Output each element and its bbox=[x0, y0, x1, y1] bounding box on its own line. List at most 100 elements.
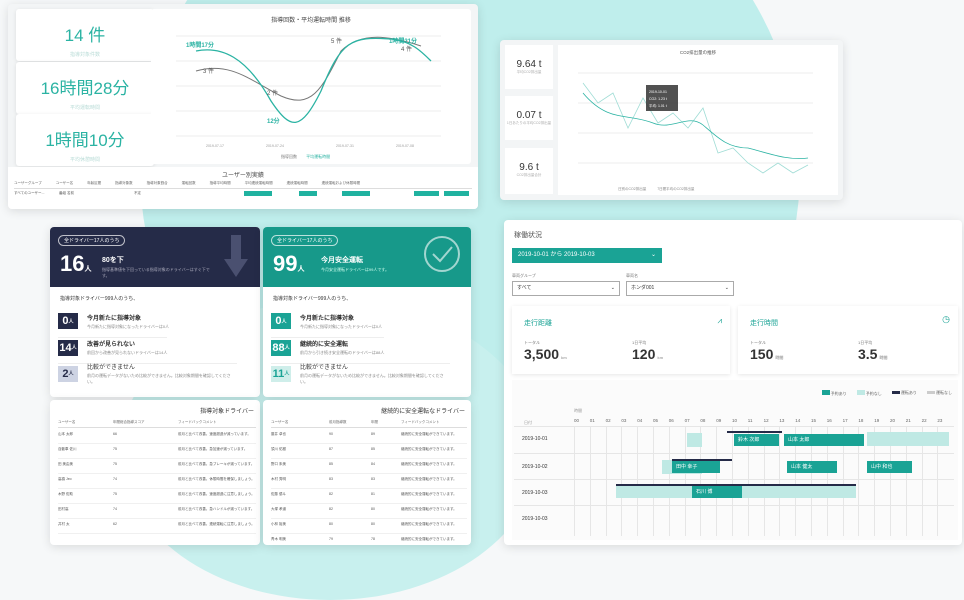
bar-label: 石川 博 bbox=[696, 489, 713, 495]
date-range-value: 2019-10-01 から 2019-10-03 bbox=[518, 252, 595, 258]
table-row[interactable]: 井村 太 62 前月と比べて改善。連続運転に注意しましょう。 bbox=[58, 520, 256, 534]
table-cell: 80 bbox=[371, 522, 375, 526]
data-bar bbox=[244, 191, 272, 196]
gantt-legend: 予約あり 予約なし 運転あり 運転なし bbox=[821, 390, 952, 397]
table-header: ユーザーグループ ユーザー名 年齢区間 指導対象数 指導対象割合 運転回数 指導… bbox=[14, 181, 472, 189]
distance-card: 走行距離 ⩘ トータル 3,500 km 1日平均 120 km bbox=[512, 306, 730, 374]
table-cell: 80 bbox=[329, 522, 333, 526]
table-cell: 前月と比べて改善。速度超過に注意しましょう。 bbox=[178, 492, 255, 496]
row-unit: 人 bbox=[68, 318, 74, 325]
kpi-value: 14 件 bbox=[64, 26, 106, 45]
bar-label: 山中 和也 bbox=[871, 464, 893, 470]
table-cell: 木野 佐助 bbox=[58, 492, 73, 496]
driving-stats-panel: 14 件 指導対象件数 16時間28分 平均運転時間 1時間10分 平均休憩時間… bbox=[8, 4, 478, 209]
header-title: 今月安全運転 bbox=[321, 257, 363, 264]
table-cell: 前月と比べて改善。速度超過が減っています。 bbox=[178, 432, 251, 436]
summary-row[interactable]: 14 人 改善が見られない 前回から改善が見られないドライバーは14人 bbox=[58, 337, 168, 357]
table-row[interactable]: 自動車 佐川 75 前月と比べて改善。急加速が減っています。 bbox=[58, 445, 256, 459]
table-row[interactable]: 木野 佐助 75 前月と比べて改善。速度超過に注意しましょう。 bbox=[58, 490, 256, 504]
card-title: 走行時間 bbox=[750, 320, 778, 327]
table-row[interactable]: すべてのユーザー... 番組 名前 不定 bbox=[14, 191, 472, 199]
summary-row[interactable]: 0人 今月新たに指導対象 今月新たに指導対象になったドライバーは0人 bbox=[271, 311, 382, 331]
table-row[interactable]: 野口 朱美 85 84 継続的に安全運転ができています。 bbox=[271, 460, 467, 474]
section-label: 指導対象ドライバー999人のうち、 bbox=[60, 296, 139, 302]
table-cell: 継続的に安全運転ができています。 bbox=[401, 522, 457, 526]
section-label: 指導対象ドライバー999人のうち、 bbox=[273, 296, 352, 302]
gantt-bar[interactable]: 山中 和也 bbox=[867, 461, 912, 473]
hour-tick: 18 bbox=[858, 418, 864, 423]
data-bar bbox=[414, 191, 439, 196]
row-count: 11 bbox=[272, 367, 285, 380]
table-cell: 87 bbox=[329, 447, 333, 451]
safe-driving-panel: 全ドライバー17人のうち 99人 今月安全運転 今月安全運転ドライバーは99人で… bbox=[263, 227, 471, 397]
table-row[interactable]: 青木 明美 79 78 継続的に安全運転ができています。 bbox=[271, 535, 467, 545]
big-count: 99人 bbox=[273, 251, 304, 277]
summary-row[interactable]: 88 人 継続的に安全運転 前月から引き続き安全運転のドライバーは88人 bbox=[271, 337, 385, 357]
gantt-bar[interactable]: 鈴木 次郎 bbox=[734, 434, 779, 446]
operation-status-panel: 稼働状況 2019-10-01 から 2019-10-03 ⌄ 車両グループ す… bbox=[504, 220, 962, 545]
table-title: 継続的に安全運転なドライバー bbox=[381, 409, 465, 415]
gantt-bar[interactable]: 山本 健太 bbox=[787, 461, 837, 473]
row-count: 14 bbox=[59, 341, 72, 354]
row-unit: 人 bbox=[281, 318, 287, 325]
legend-count: 指導回数 bbox=[281, 154, 297, 159]
table-row[interactable]: 藤井 卓也 90 89 継続的に安全運転ができています。 bbox=[271, 430, 467, 444]
th: ユーザーグループ bbox=[14, 181, 42, 185]
kpi-label: 指導対象件数 bbox=[69, 52, 100, 58]
th: 前月指導数 bbox=[329, 420, 347, 424]
gantt-row: 2019-10-03 bbox=[522, 516, 548, 522]
trend-chart: 指導回数・平均運転時間 推移 1時間17分 3 件 2 件 12分 5 件 1時… bbox=[151, 9, 471, 164]
summary-row[interactable]: 2人 比較ができません 前月の運転データがないため比較ができません。比較対象期間を… bbox=[58, 363, 237, 384]
summary-row[interactable]: 11 人 比較ができません 前月の運転データがないため比較ができません。比較対象期間… bbox=[271, 363, 450, 384]
table-row[interactable]: 田 美由美 75 前月と比べて改善。急ブレーキが減っています。 bbox=[58, 460, 256, 474]
grid-row-line bbox=[514, 426, 954, 427]
bar-label: 山本 健太 bbox=[791, 464, 813, 470]
gantt-bar[interactable]: 山本 太郎 bbox=[784, 434, 864, 446]
down-arrow-icon bbox=[224, 235, 248, 277]
date-range-select[interactable]: 2019-10-01 から 2019-10-03 ⌄ bbox=[512, 248, 662, 263]
gantt-bar[interactable]: 石川 博 bbox=[692, 486, 742, 498]
th: 指導対象数 bbox=[115, 181, 133, 185]
total-unit: 時間 bbox=[775, 355, 784, 360]
table-row[interactable]: 高橋 Jeo 74 前月と比べて改善。休憩時間を確保しましょう。 bbox=[58, 475, 256, 489]
vehicle-select[interactable]: ホンダ001 ⌄ bbox=[626, 281, 734, 296]
svg-text:4 件: 4 件 bbox=[401, 45, 412, 53]
co2-chart: CO2排出量の推移 2019-10-01 CO2: 1.23 t 平均: 1.0… bbox=[558, 45, 838, 195]
grid-line bbox=[605, 426, 607, 536]
table-row[interactable]: 田村高 74 前月と比べて改善。急ハンドルが減っています。 bbox=[58, 505, 256, 519]
data-bar bbox=[342, 191, 370, 196]
legend-daily: 日別のCO2排出量 bbox=[618, 187, 647, 191]
row-title: 比較ができません bbox=[300, 365, 348, 371]
gantt-row: 2019-10-03 bbox=[522, 490, 548, 496]
table-row[interactable]: 山本 太郎 66 前月と比べて改善。速度超過が減っています。 bbox=[58, 430, 256, 444]
table-row[interactable]: 須川 佑樹 87 85 継続的に安全運転ができています。 bbox=[271, 445, 467, 459]
panel-header: 全ドライバー17人のうち 99人 今月安全運転 今月安全運転ドライバーは99人で… bbox=[263, 227, 471, 287]
count-unit: 人 bbox=[84, 266, 92, 273]
daily-number: 120 bbox=[632, 346, 656, 362]
kpi-label: CO2排出量合計 bbox=[516, 173, 542, 177]
legend-not-driving: 運転なし bbox=[936, 390, 952, 395]
daily-unit: km bbox=[657, 355, 664, 360]
chart-legend: 指導回数 平均運転時間 bbox=[281, 154, 330, 160]
table-cell: 前月と比べて改善。急ハンドルが減っています。 bbox=[178, 507, 255, 511]
table-row[interactable]: 大塚 孝道 82 80 継続的に安全運転ができています。 bbox=[271, 505, 467, 519]
table-cell: 79 bbox=[329, 537, 333, 541]
table-row[interactable]: 佐藤 優斗 82 81 継続的に安全運転ができています。 bbox=[271, 490, 467, 504]
hour-tick: 05 bbox=[653, 418, 659, 423]
guidance-table-panel: 指導対象ドライバー ユーザー名 年間総合指導スコア フィードバックコメント 山本… bbox=[50, 400, 260, 545]
table-row[interactable]: 小林 裕美 80 80 継続的に安全運転ができています。 bbox=[271, 520, 467, 534]
chevron-down-icon: ⌄ bbox=[650, 252, 656, 258]
chevron-down-icon: ⌄ bbox=[610, 285, 615, 291]
panel-header: 全ドライバー17人のうち 16人 80を下 指導基準値を下回っている指導対象のド… bbox=[50, 227, 260, 287]
total-number: 3,500 bbox=[524, 346, 560, 362]
gantt-bar[interactable]: 田中 幸子 bbox=[672, 461, 720, 473]
table-cell: 継続的に安全運転ができています。 bbox=[401, 447, 457, 451]
table-cell: 74 bbox=[113, 507, 117, 511]
group-select[interactable]: すべて ⌄ bbox=[512, 281, 620, 296]
table-cell: 80 bbox=[371, 507, 375, 511]
summary-row[interactable]: 0人 今月新たに指導対象 今月新たに指導対象になったドライバーは0人 bbox=[58, 311, 169, 331]
hour-tick: 03 bbox=[621, 418, 627, 423]
hour-tick: 11 bbox=[747, 418, 753, 423]
table-cell: 前月と比べて改善。急ブレーキが減っています。 bbox=[178, 462, 255, 466]
table-row[interactable]: 木村 秀明 83 83 継続的に安全運転ができています。 bbox=[271, 475, 467, 489]
